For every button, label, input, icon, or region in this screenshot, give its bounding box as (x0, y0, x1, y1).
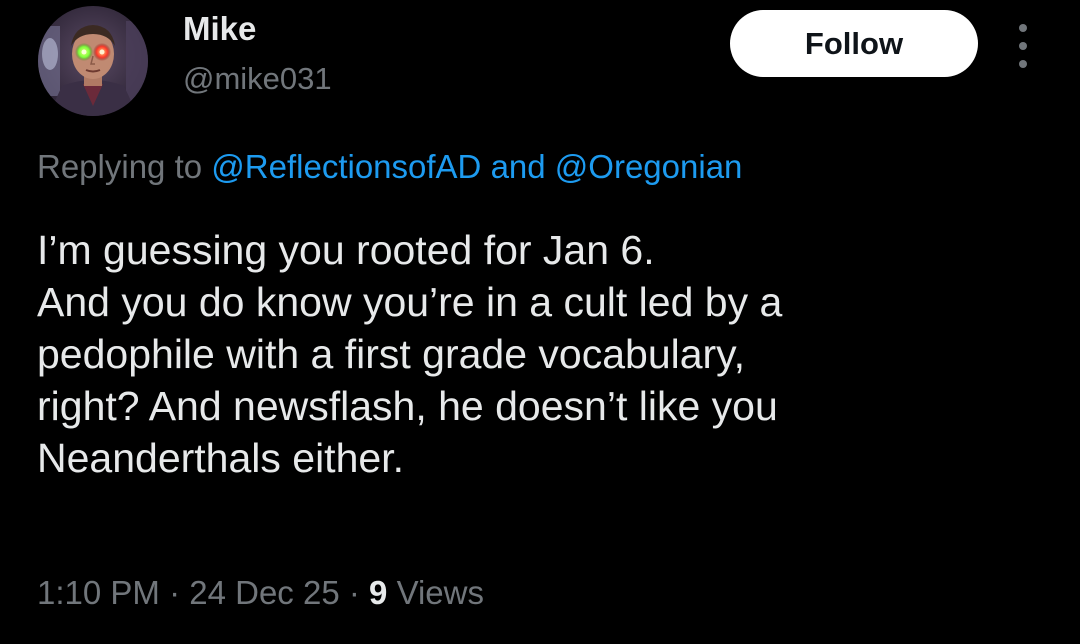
tweet-text-line: And you do know you’re in a cult led by … (37, 279, 783, 325)
author-handle[interactable]: @mike031 (183, 62, 332, 96)
more-options-button[interactable] (1006, 24, 1040, 68)
avatar[interactable] (38, 6, 148, 116)
meta-separator: · (348, 574, 360, 611)
tweet-text-line: Neanderthals either. (37, 435, 404, 481)
meta-separator: · (169, 574, 181, 611)
views-label[interactable]: Views (397, 574, 484, 611)
avatar-portrait-icon (38, 6, 148, 116)
tweet-meta: 1:10 PM · 24 Dec 25 · 9 Views (37, 573, 484, 613)
reply-context-prefix: Replying to (37, 148, 203, 185)
tweet-text: I’m guessing you rooted for Jan 6. And y… (37, 224, 1047, 484)
follow-button[interactable]: Follow (730, 10, 978, 77)
vertical-ellipsis-icon (1019, 60, 1027, 68)
tweet-date[interactable]: 24 Dec 25 (189, 574, 339, 611)
reply-mention-link[interactable]: @Oregonian (555, 148, 743, 185)
reply-mention-link[interactable]: @ReflectionsofAD (211, 148, 481, 185)
author-display-name[interactable]: Mike (183, 12, 256, 46)
tweet-text-line: right? And newsflash, he doesn’t like yo… (37, 383, 778, 429)
tweet-text-line: pedophile with a first grade vocabulary, (37, 331, 746, 377)
reply-context: Replying to @ReflectionsofAD and @Oregon… (37, 147, 742, 187)
tweet-text-line: I’m guessing you rooted for Jan 6. (37, 227, 655, 273)
vertical-ellipsis-icon (1019, 42, 1027, 50)
views-count[interactable]: 9 (369, 574, 387, 611)
tweet-time[interactable]: 1:10 PM (37, 574, 160, 611)
reply-context-conjunction: and (490, 148, 546, 185)
vertical-ellipsis-icon (1019, 24, 1027, 32)
